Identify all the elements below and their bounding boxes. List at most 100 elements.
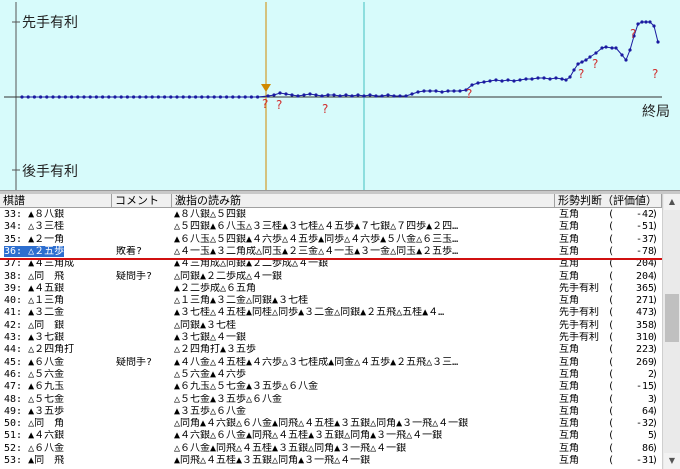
evaluation-point [320,94,324,98]
evaluation-point [237,95,241,99]
eval-value: -51 [635,221,654,233]
move-row[interactable]: 50: △同 角 △同角▲４六銀△６八金▲同飛△４五桂▲３五銀△同角▲３一飛△４一… [0,418,662,429]
evaluation-point [187,95,191,99]
evaluation-point [94,95,98,99]
move-row[interactable]: 48: △５七金 △５七金▲３五歩△６八金 互角 (3) [0,394,662,405]
eval-paren-close: ) [652,221,659,233]
move-cell: 42: △同 銀 [4,319,65,331]
evaluation-point [63,95,67,99]
evaluation-point [560,77,564,81]
move-row[interactable]: 52: △６八金 △６八金▲同飛△４五桂▲３五銀△同角▲３一飛△４一銀 互角 (86) [0,443,662,454]
pv-cell: ▲３五歩△６八金 [174,405,247,417]
evaluation-point [656,40,660,44]
pv-cell: ▲４八金△４五桂▲４六歩△３七桂成▲同金△４五歩▲２五飛△３三… [174,356,459,368]
question-mark-icon: ? [262,97,268,111]
evaluation-point [536,76,540,80]
evaluation-point [620,53,624,57]
evaluation-point [212,95,216,99]
move-row[interactable]: 41: ▲３二金 ▲３七桂△４五桂▲同桂△同歩▲３二金△同銀▲２五飛△五桂▲４… 先… [0,307,662,318]
eval-cell: 互角 [559,245,579,257]
eval-value: -42 [635,209,654,220]
selected-move-highlight[interactable]: 36: △２五歩 [4,245,65,257]
pv-cell: △５四銀▲６八玉△３三桂▲３七桂△４五歩▲７七銀△７四歩▲２四… [174,221,459,233]
eval-value: 310 [635,332,654,343]
scroll-down-icon[interactable]: ▼ [664,453,680,469]
move-row[interactable]: 53: ▲同 飛 ▲同飛△４五桂▲３五銀△同角▲３一飛△４一銀 互角 (-31) [0,455,662,466]
move-cell: 52: △６八金 [4,442,65,454]
column-header-eval[interactable]: 形勢判断（評価値） [555,194,662,208]
eval-paren-open: ( [608,221,615,233]
evaluation-point [125,95,129,99]
move-row[interactable]: 45: ▲６八金 疑問手? ▲４八金△４五桂▲４六歩△３七桂成▲同金△４五歩▲２五飛… [0,357,662,368]
vertical-scrollbar[interactable]: ▲ ▼ [662,194,680,469]
move-row[interactable]: 39: ▲４五銀 ▲２二歩成△６五角 先手有利 (365) [0,283,662,294]
move-row[interactable]: 43: ▲３七銀 ▲３七銀△４一銀 先手有利 (310) [0,332,662,343]
eval-paren-close: ) [652,356,659,368]
evaluation-point [107,95,111,99]
move-row[interactable]: 42: △同 銀 △同銀▲３七桂 先手有利 (358) [0,320,662,331]
eval-paren-open: ( [608,405,615,417]
evaluation-point [169,95,173,99]
evaluation-point [494,78,498,82]
pv-cell: △１三角▲３二金△同銀▲３七桂 [174,295,309,307]
eval-value: -32 [635,418,654,430]
move-row[interactable]: 49: ▲３五歩 ▲３五歩△６八金 互角 (64) [0,406,662,417]
question-marks: ???????? [262,27,658,116]
move-row[interactable]: 40: △１三角 △１三角▲３二金△同銀▲３七桂 互角 (271) [0,295,662,306]
evaluation-point [314,93,318,97]
evaluation-point [51,95,55,99]
move-cell: 38: △同 飛 [4,270,65,282]
eval-paren-open: ( [608,442,615,454]
move-row[interactable]: 36: △２五歩 敗着? △４一玉▲３二角成△同玉▲２三金△４一玉▲３一金△同玉▲２… [0,245,662,257]
pv-cell: ▲６九玉△５七金▲３五歩△６八金 [174,381,319,393]
eval-paren-close: ) [652,332,659,343]
evaluation-point [624,58,628,62]
move-row[interactable]: 33: ▲８八銀 ▲８八銀△５四銀 互角 (-42) [0,209,662,220]
eval-value: 223 [635,344,654,356]
pv-cell: ▲３七桂△４五桂▲同桂△同歩▲３二金△同銀▲２五飛△五桂▲４… [174,307,445,319]
move-cell: 51: ▲４六銀 [4,430,65,442]
eval-paren-close: ) [652,430,659,442]
eval-value: 269 [635,356,654,368]
move-row[interactable]: 34: △３三桂 △５四銀▲６八玉△３三桂▲３七桂△４五歩▲７七銀△７四歩▲２四…… [0,221,662,232]
evaluation-graph[interactable]: ???????? 先手有利 後手有利 終局 [0,0,680,192]
scroll-up-icon[interactable]: ▲ [664,194,680,210]
evaluation-line [20,20,660,99]
move-row[interactable]: 35: ▲２一角 ▲６八玉△５四銀▲４六歩△４五歩▲同歩△４六歩▲５八金△６三玉…… [0,234,662,245]
scrollbar-thumb[interactable] [665,294,679,342]
move-row[interactable]: 51: ▲４六銀 ▲４六銀△６八金▲同飛△４五桂▲３五銀△同角▲３一飛△４一銀 互角… [0,430,662,441]
move-row[interactable]: 46: △５六金 △５六金▲４六歩 互角 (2) [0,369,662,380]
eval-value: 5 [647,430,654,442]
eval-paren-open: ( [608,455,615,466]
graph-label-game-end: 終局 [642,104,670,120]
evaluation-point [584,58,588,62]
eval-paren-close: ) [652,455,659,466]
move-list[interactable]: 棋譜 コメント 激指の読み筋 形勢判断（評価値） 33: ▲８八銀 ▲８八銀△５四… [0,194,662,469]
question-mark-icon: ? [578,67,584,81]
pv-cell: ▲２二歩成△６五角 [174,282,257,294]
eval-paren-close: ) [652,270,659,282]
evaluation-point [392,94,396,98]
evaluation-point [101,95,105,99]
column-header-pv[interactable]: 激指の読み筋 [172,194,555,208]
evaluation-point [410,92,414,96]
column-header-move[interactable]: 棋譜 [0,194,112,208]
evaluation-point [70,95,74,99]
evaluation-point [404,94,408,98]
evaluation-point [272,93,276,97]
eval-value: 64 [641,405,654,417]
evaluation-graph-plot[interactable]: ???????? [0,0,680,192]
eval-cell: 先手有利 [559,307,599,319]
evaluation-point [648,20,652,24]
eval-paren-close: ) [652,442,659,454]
move-row[interactable]: 47: ▲６九玉 ▲６九玉△５七金▲３五歩△６八金 互角 (-15) [0,381,662,392]
eval-cell: 互角 [559,442,579,454]
evaluation-point [45,95,49,99]
move-row[interactable]: 44: △２四角打 △２四角打▲３五歩 互角 (223) [0,344,662,355]
evaluation-point [57,95,61,99]
column-header-comment[interactable]: コメント [112,194,172,208]
evaluation-point [26,95,30,99]
move-row[interactable]: 38: △同 飛 疑問手? △同銀▲２二歩成△４一銀 互角 (204) [0,271,662,282]
evaluation-point [163,95,167,99]
eval-paren-open: ( [608,307,615,319]
